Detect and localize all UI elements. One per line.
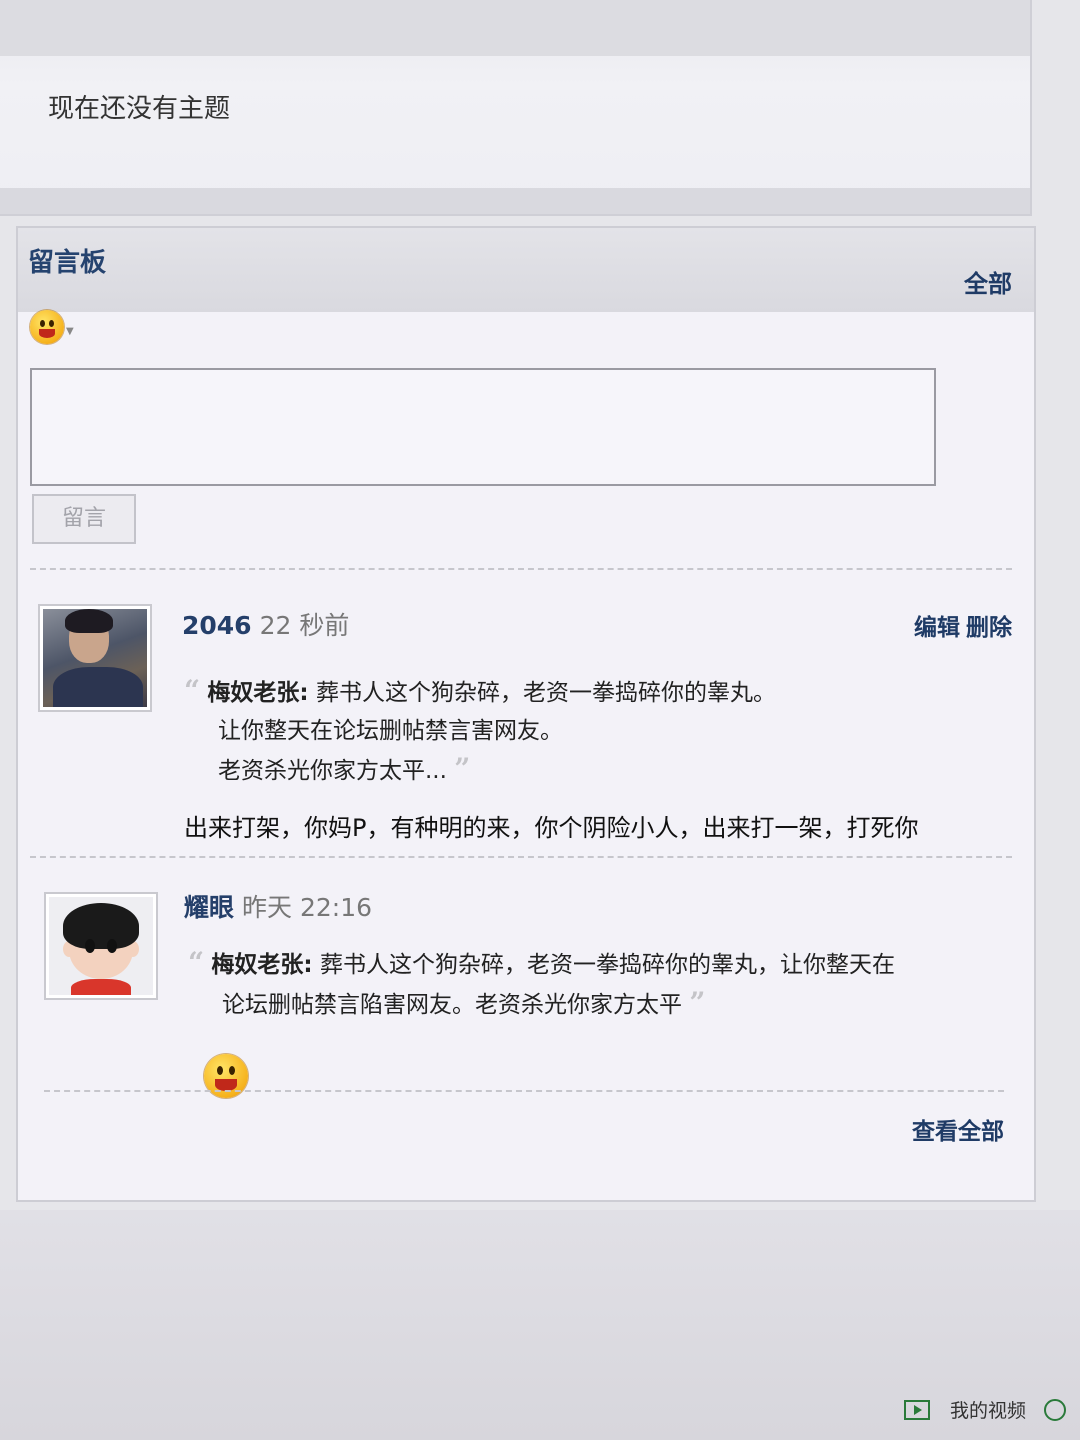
quote-line: 葬书人这个狗杂碎，老资一拳捣碎你的睾丸，让你整天在 (319, 952, 895, 978)
submit-message-button[interactable]: 留言 (32, 494, 136, 544)
close-quote-icon: ” (454, 752, 471, 785)
taskbar-video[interactable]: 我的视频 (904, 1396, 1067, 1423)
quote-line: 让你整天在论坛删帖禁言害网友。 (218, 718, 563, 744)
message-header: 耀眼 昨天 22:16 (184, 888, 372, 924)
message-quote: “ 梅奴老张: 葬书人这个狗杂碎，老资一拳捣碎你的睾丸，让你整天在 论坛删帖禁言… (188, 944, 895, 1024)
quote-line: 老资杀光你家方太平... (218, 758, 447, 784)
divider (30, 856, 1012, 858)
quote-line: 葬书人这个狗杂碎，老资一拳捣碎你的睾丸。 (315, 680, 776, 706)
chevron-down-icon[interactable]: ▼ (66, 326, 74, 337)
quote-line: 论坛删帖禁言陷害网友。老资杀光你家方太平 (222, 992, 682, 1018)
message-actions: 编辑 删除 (908, 608, 1012, 642)
quote-author: 梅奴老张: (211, 952, 313, 978)
view-all-link[interactable]: 查看全部 (912, 1112, 1004, 1146)
quote-author: 梅奴老张: (207, 680, 309, 706)
message-textarea[interactable] (30, 368, 936, 486)
cartoon-avatar (49, 897, 153, 995)
circle-play-icon[interactable] (1044, 1398, 1067, 1421)
emoji-picker[interactable]: ▼ (30, 310, 74, 344)
topic-box: 现在还没有主题 (0, 0, 1032, 216)
message-reply: 出来打架，你妈P，有种明的来，你个阴险小人，出来打一架，打死你 (184, 814, 919, 842)
open-quote-icon: “ (188, 946, 205, 979)
video-label[interactable]: 我的视频 (950, 1396, 1026, 1423)
reply-emoji (204, 1054, 248, 1102)
divider (44, 1090, 1004, 1092)
message-board: 留言板 全部 ▼ 留言 2046 22 秒前 编辑 删除 “ 梅奴老张: 葬书人这个… (16, 226, 1036, 1202)
message-author[interactable]: 2046 (182, 611, 252, 640)
video-play-icon[interactable] (904, 1399, 930, 1420)
topic-title: 现在还没有主题 (48, 94, 231, 124)
divider (30, 568, 1012, 570)
avatar[interactable] (44, 892, 158, 1000)
edit-link[interactable]: 编辑 (914, 615, 960, 641)
topic-top-band (0, 0, 1030, 56)
message-author[interactable]: 耀眼 (184, 893, 234, 922)
board-header: 留言板 全部 (18, 228, 1034, 312)
message-time: 22 秒前 (259, 611, 350, 640)
message-time: 昨天 22:16 (242, 893, 373, 922)
message-quote: “ 梅奴老张: 葬书人这个狗杂碎，老资一拳捣碎你的睾丸。 让你整天在论坛删帖禁言… (184, 672, 776, 790)
board-title: 留言板 (28, 248, 107, 278)
user-photo-avatar (43, 609, 147, 707)
all-link[interactable]: 全部 (964, 264, 1012, 299)
open-quote-icon: “ (184, 674, 201, 707)
topic-bottom-band (0, 188, 1030, 214)
smiley-face-icon[interactable] (30, 310, 64, 344)
close-quote-icon: ” (689, 986, 706, 1019)
avatar[interactable] (38, 604, 152, 712)
message-header: 2046 22 秒前 (182, 606, 349, 642)
delete-link[interactable]: 删除 (966, 615, 1012, 641)
